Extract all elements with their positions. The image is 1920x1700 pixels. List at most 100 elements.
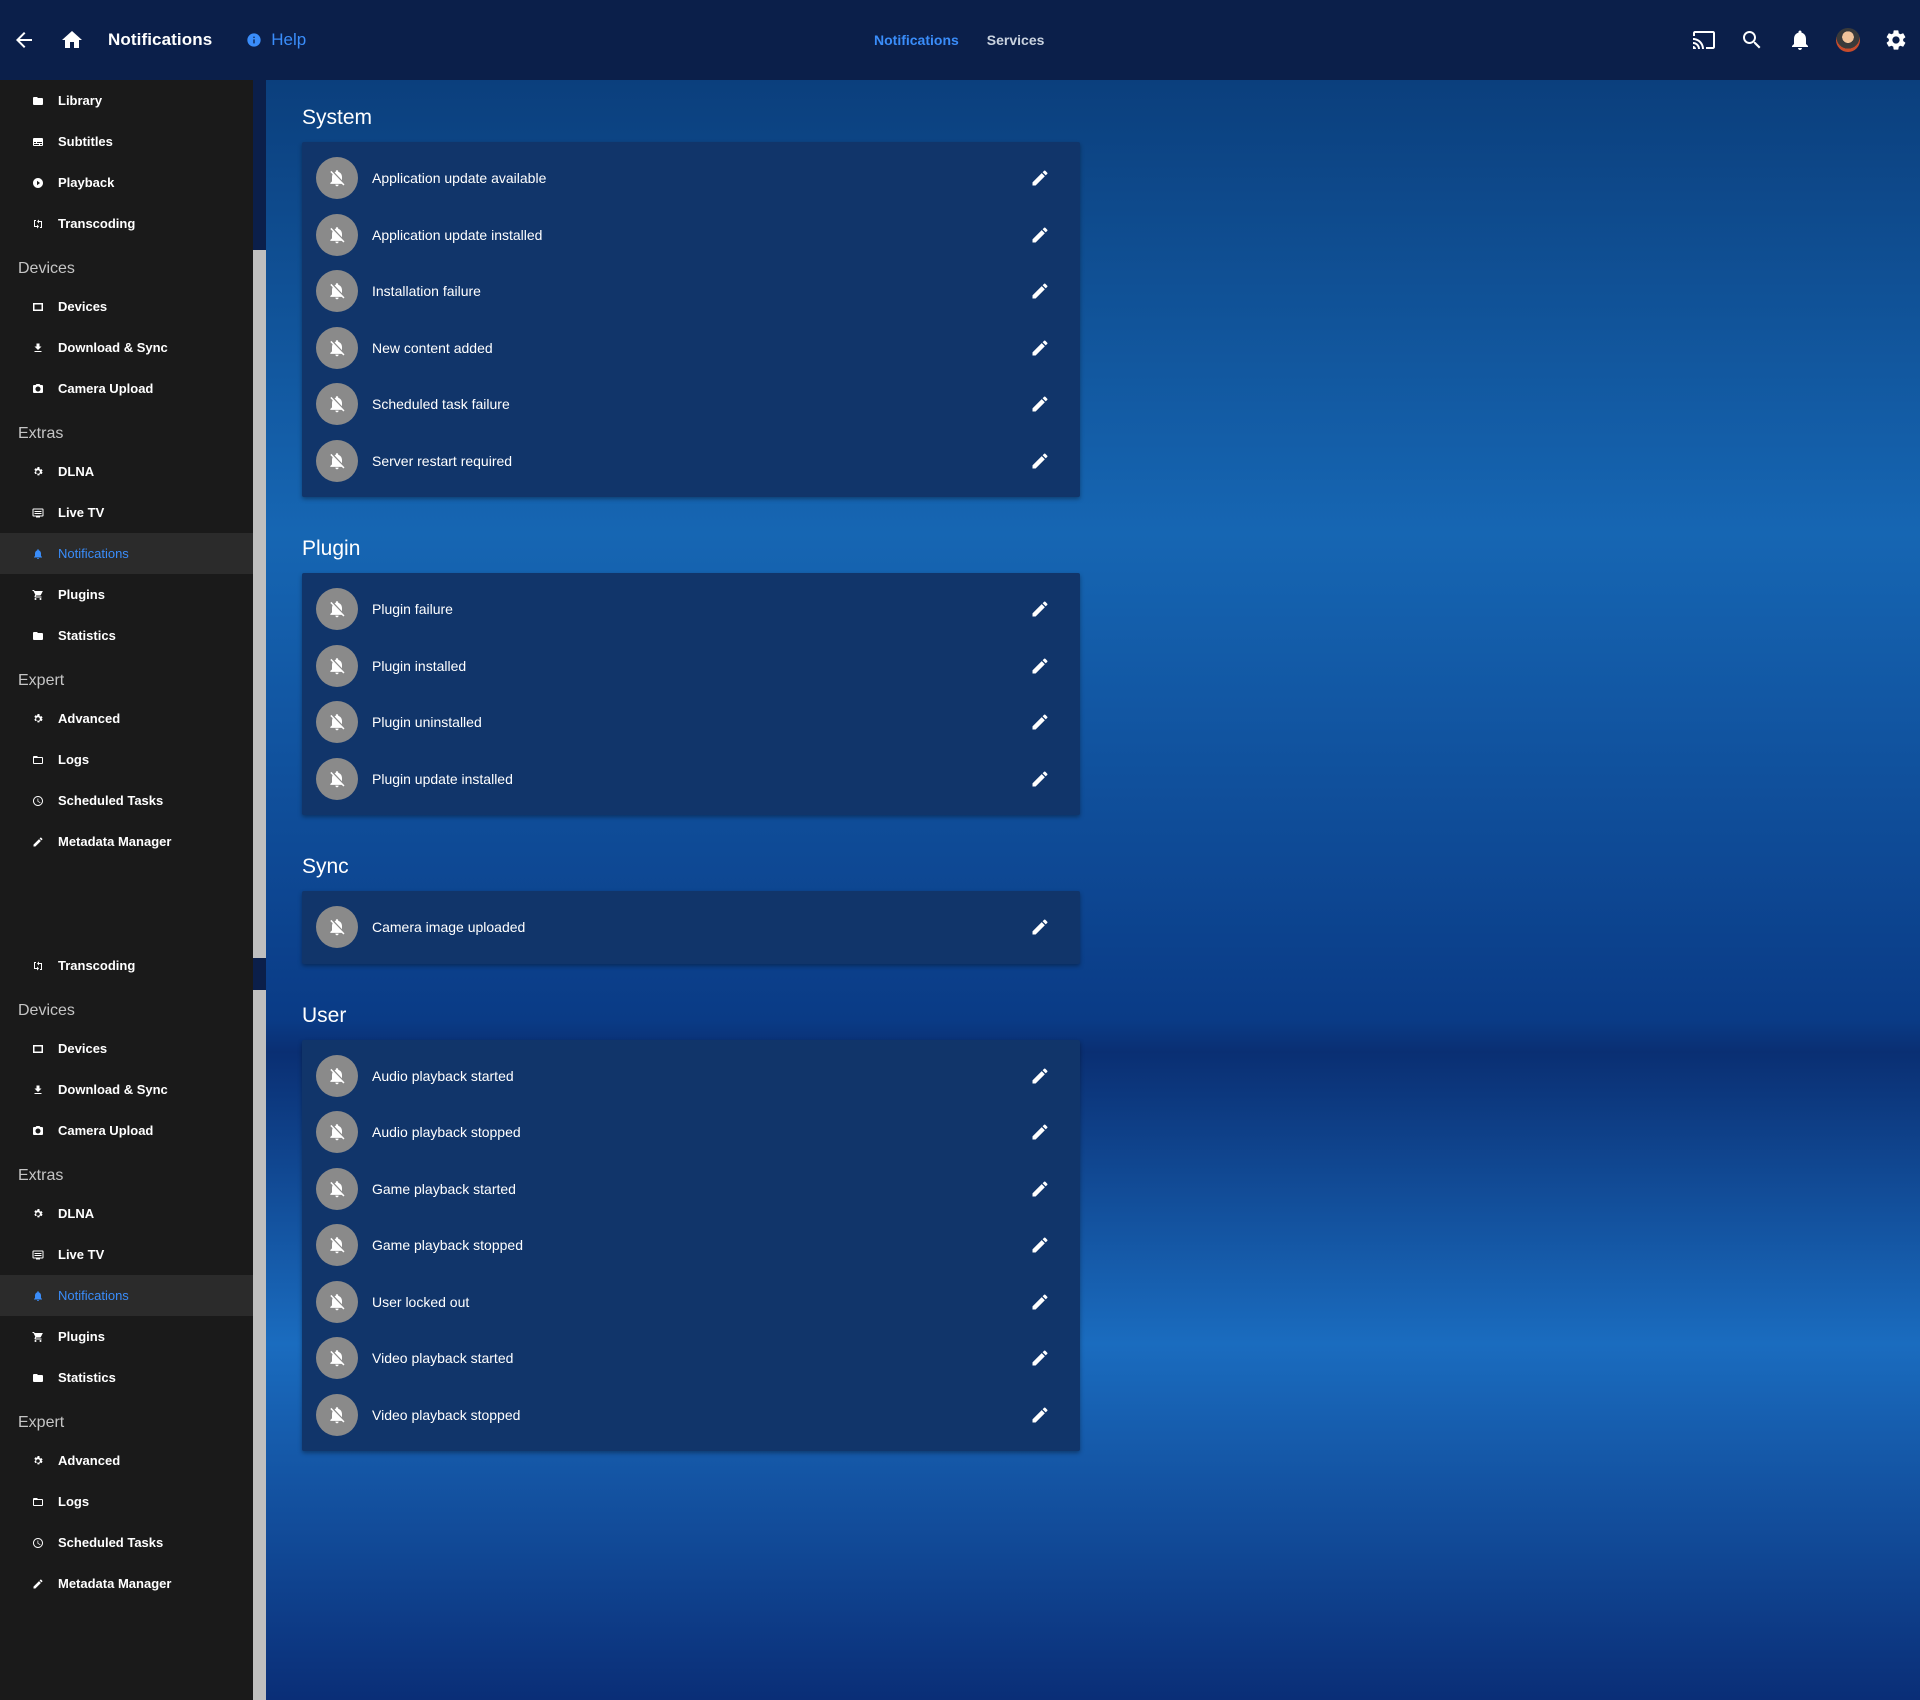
notification-row[interactable]: Application update installed (302, 207, 1080, 264)
edit-button[interactable] (1020, 1169, 1060, 1209)
sidebar-item-logs[interactable]: Logs (0, 739, 253, 780)
search-button[interactable] (1728, 16, 1776, 64)
edit-button[interactable] (1020, 384, 1060, 424)
back-button[interactable] (0, 16, 48, 64)
sidebar-item-download-sync[interactable]: Download & Sync (0, 327, 253, 368)
sidebar-item-live-tv[interactable]: Live TV (0, 492, 253, 533)
sidebar-item-label: Download & Sync (58, 340, 168, 355)
edit-button[interactable] (1020, 646, 1060, 686)
notification-row[interactable]: Camera image uploaded (302, 899, 1080, 956)
edit-button[interactable] (1020, 441, 1060, 481)
sidebar-item-download-sync[interactable]: Download & Sync (0, 1069, 253, 1110)
settings-button[interactable] (1872, 16, 1920, 64)
notification-row[interactable]: Application update available (302, 150, 1080, 207)
sidebar-item-label: Live TV (58, 1247, 105, 1262)
edit-button[interactable] (1020, 1112, 1060, 1152)
tab-services[interactable]: Services (973, 32, 1059, 48)
notification-row[interactable]: Plugin installed (302, 638, 1080, 695)
user-button[interactable] (1824, 16, 1872, 64)
sidebar-item-metadata-manager[interactable]: Metadata Manager (0, 821, 253, 862)
notification-row[interactable]: Video playback stopped (302, 1387, 1080, 1444)
sidebar-item-statistics[interactable]: Statistics (0, 615, 253, 656)
notification-row[interactable]: Plugin failure (302, 581, 1080, 638)
edit-button[interactable] (1020, 1395, 1060, 1435)
notification-row[interactable]: Game playback started (302, 1161, 1080, 1218)
help-link[interactable]: Help (246, 30, 306, 50)
sidebar-item-logs[interactable]: Logs (0, 1481, 253, 1522)
notification-row[interactable]: Audio playback started (302, 1048, 1080, 1105)
sidebar-item-transcoding[interactable]: Transcoding (0, 945, 253, 986)
home-button[interactable] (48, 16, 96, 64)
pencil-icon (1032, 1124, 1048, 1140)
sidebar-item-playback[interactable]: Playback (0, 162, 253, 203)
sidebar-item-advanced[interactable]: Advanced (0, 698, 253, 739)
cart-icon (32, 589, 44, 601)
sidebar-item-subtitles[interactable]: Subtitles (0, 121, 253, 162)
sidebar-item-metadata-manager[interactable]: Metadata Manager (0, 1563, 253, 1604)
sidebar-scroll-thumb[interactable] (253, 250, 266, 958)
notification-row[interactable]: Video playback started (302, 1330, 1080, 1387)
sidebar-item-camera-upload[interactable]: Camera Upload (0, 1110, 253, 1151)
sidebar-item-live-tv[interactable]: Live TV (0, 1234, 253, 1275)
sidebar-item-label: Notifications (58, 1288, 129, 1303)
notification-label: Game playback stopped (372, 1237, 523, 1254)
pencil-icon (1032, 658, 1048, 674)
notifications-button[interactable] (1776, 16, 1824, 64)
section-card-user: Audio playback started Audio playback st… (302, 1039, 1080, 1451)
bell-off-icon (316, 383, 358, 426)
pencil-icon (32, 1578, 44, 1590)
pencil-icon (1032, 714, 1048, 730)
sidebar: Library Subtitles Playback Transcoding D… (0, 80, 253, 1700)
sidebar-item-transcoding[interactable]: Transcoding (0, 203, 253, 244)
sidebar-item-camera-upload[interactable]: Camera Upload (0, 368, 253, 409)
sidebar-item-advanced[interactable]: Advanced (0, 1440, 253, 1481)
sidebar-group-b: Transcoding Devices Devices Download & S… (0, 945, 253, 1604)
edit-button[interactable] (1020, 1338, 1060, 1378)
sidebar-item-notifications[interactable]: Notifications (0, 1275, 253, 1316)
sidebar-item-label: Devices (58, 1041, 108, 1056)
notification-row[interactable]: Scheduled task failure (302, 376, 1080, 433)
folder-icon (32, 630, 44, 642)
sidebar-item-notifications[interactable]: Notifications (0, 533, 253, 574)
edit-button[interactable] (1020, 907, 1060, 947)
notification-row[interactable]: User locked out (302, 1274, 1080, 1331)
edit-button[interactable] (1020, 759, 1060, 799)
edit-button[interactable] (1020, 1056, 1060, 1096)
sidebar-item-scheduled-tasks[interactable]: Scheduled Tasks (0, 780, 253, 821)
edit-button[interactable] (1020, 702, 1060, 742)
edit-button[interactable] (1020, 1225, 1060, 1265)
sidebar-item-plugins[interactable]: Plugins (0, 1316, 253, 1357)
devices-icon (32, 1043, 44, 1055)
edit-button[interactable] (1020, 158, 1060, 198)
notification-row[interactable]: Installation failure (302, 263, 1080, 320)
sidebar-item-devices[interactable]: Devices (0, 286, 253, 327)
notification-row[interactable]: New content added (302, 320, 1080, 377)
notification-row[interactable]: Game playback stopped (302, 1217, 1080, 1274)
sidebar-item-scheduled-tasks[interactable]: Scheduled Tasks (0, 1522, 253, 1563)
sidebar-header-extras: Extras (18, 1167, 64, 1184)
notification-sections: System Application update available Appl… (302, 80, 1080, 1451)
bell-off-icon (316, 906, 358, 949)
transcode-icon (32, 218, 44, 230)
notification-row[interactable]: Plugin uninstalled (302, 694, 1080, 751)
home-icon (62, 31, 82, 48)
sidebar-item-library[interactable]: Library (0, 80, 253, 121)
sidebar-item-plugins[interactable]: Plugins (0, 574, 253, 615)
notification-row[interactable]: Server restart required (302, 433, 1080, 490)
tab-notifications[interactable]: Notifications (860, 32, 973, 48)
edit-button[interactable] (1020, 328, 1060, 368)
folder-outline-icon (32, 1496, 44, 1508)
sidebar-scroll-thumb-lower[interactable] (253, 990, 266, 1700)
cast-button[interactable] (1680, 16, 1728, 64)
gear-icon (1886, 30, 1906, 50)
sidebar-item-devices[interactable]: Devices (0, 1028, 253, 1069)
notification-row[interactable]: Plugin update installed (302, 751, 1080, 808)
sidebar-item-dlna[interactable]: DLNA (0, 1193, 253, 1234)
notification-row[interactable]: Audio playback stopped (302, 1104, 1080, 1161)
edit-button[interactable] (1020, 1282, 1060, 1322)
edit-button[interactable] (1020, 271, 1060, 311)
edit-button[interactable] (1020, 215, 1060, 255)
edit-button[interactable] (1020, 589, 1060, 629)
sidebar-item-statistics[interactable]: Statistics (0, 1357, 253, 1398)
sidebar-item-dlna[interactable]: DLNA (0, 451, 253, 492)
